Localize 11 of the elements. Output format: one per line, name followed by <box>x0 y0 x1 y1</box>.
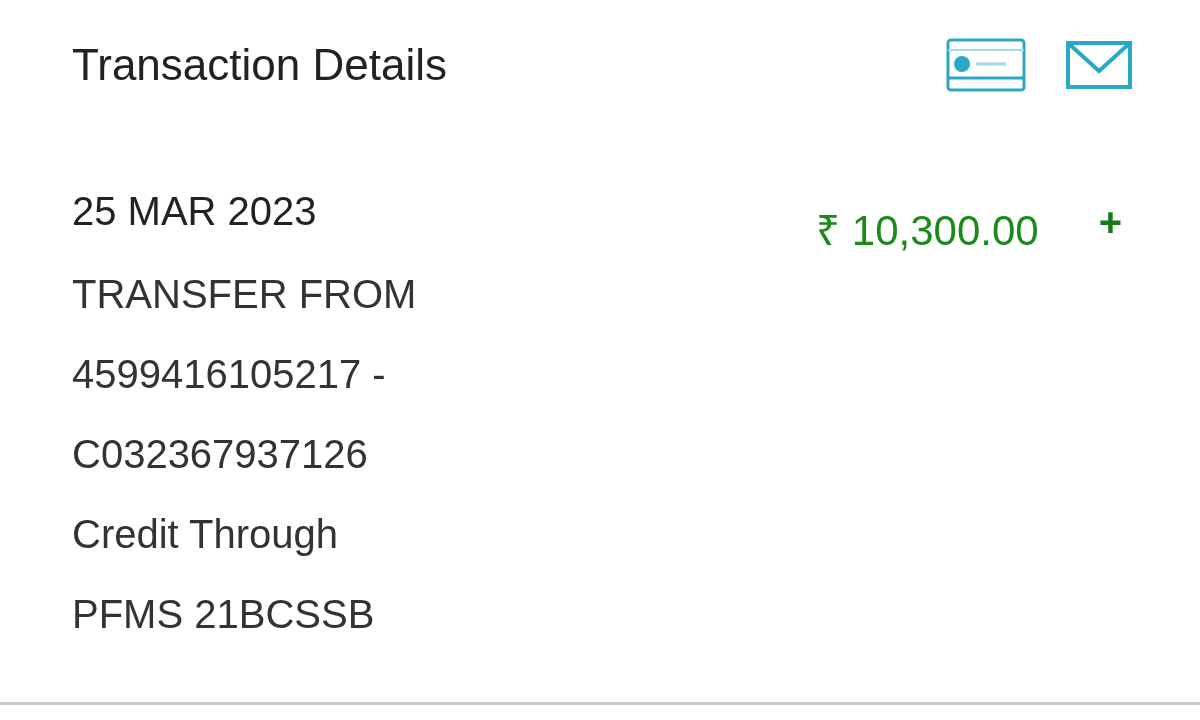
passbook-icon[interactable] <box>946 38 1026 92</box>
credit-sign: + <box>1098 200 1123 245</box>
transaction-description: Credit Through <box>72 511 340 558</box>
transaction-description: PFMS 21BCSSB <box>72 591 376 638</box>
transaction-description: 4599416105217 - <box>72 351 387 398</box>
transaction-date: 25 MAR 2023 <box>72 188 318 234</box>
page-title: Transaction Details <box>72 40 447 90</box>
mail-icon[interactable] <box>1066 41 1132 89</box>
transaction-amount: ₹ 10,300.00 <box>816 206 1039 256</box>
transaction-description: TRANSFER FROM <box>72 271 417 318</box>
transaction-description: C032367937126 <box>72 431 369 478</box>
